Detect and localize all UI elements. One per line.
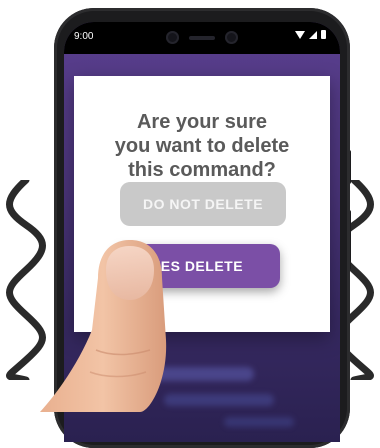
wifi-icon	[295, 30, 305, 39]
phone-frame: 9:00 Are your sure you want to delete th…	[54, 8, 350, 448]
dialog-title-line: this command?	[128, 159, 276, 181]
dialog-title-line: Are your sure	[136, 111, 268, 133]
do-not-delete-button[interactable]: DO NOT DELETE	[120, 182, 286, 226]
status-icons	[295, 30, 326, 39]
vibration-wave-icon	[6, 180, 46, 380]
yes-delete-button[interactable]: YES DELETE	[114, 244, 280, 288]
background-blurred-content	[164, 394, 274, 406]
camera-notch	[156, 22, 248, 52]
signal-icon	[309, 30, 317, 39]
background-blurred-content	[224, 417, 294, 427]
battery-icon	[321, 30, 326, 39]
background-blurred-content	[134, 367, 254, 381]
phone-screen: 9:00 Are your sure you want to delete th…	[64, 22, 340, 442]
front-camera-icon	[166, 31, 179, 44]
front-sensor-icon	[225, 31, 238, 44]
status-time: 9:00	[74, 31, 94, 42]
earpiece-speaker	[189, 36, 215, 40]
dialog-title-line: you want to delete	[114, 135, 290, 157]
dialog-title: Are your sure you want to delete this co…	[74, 110, 330, 182]
